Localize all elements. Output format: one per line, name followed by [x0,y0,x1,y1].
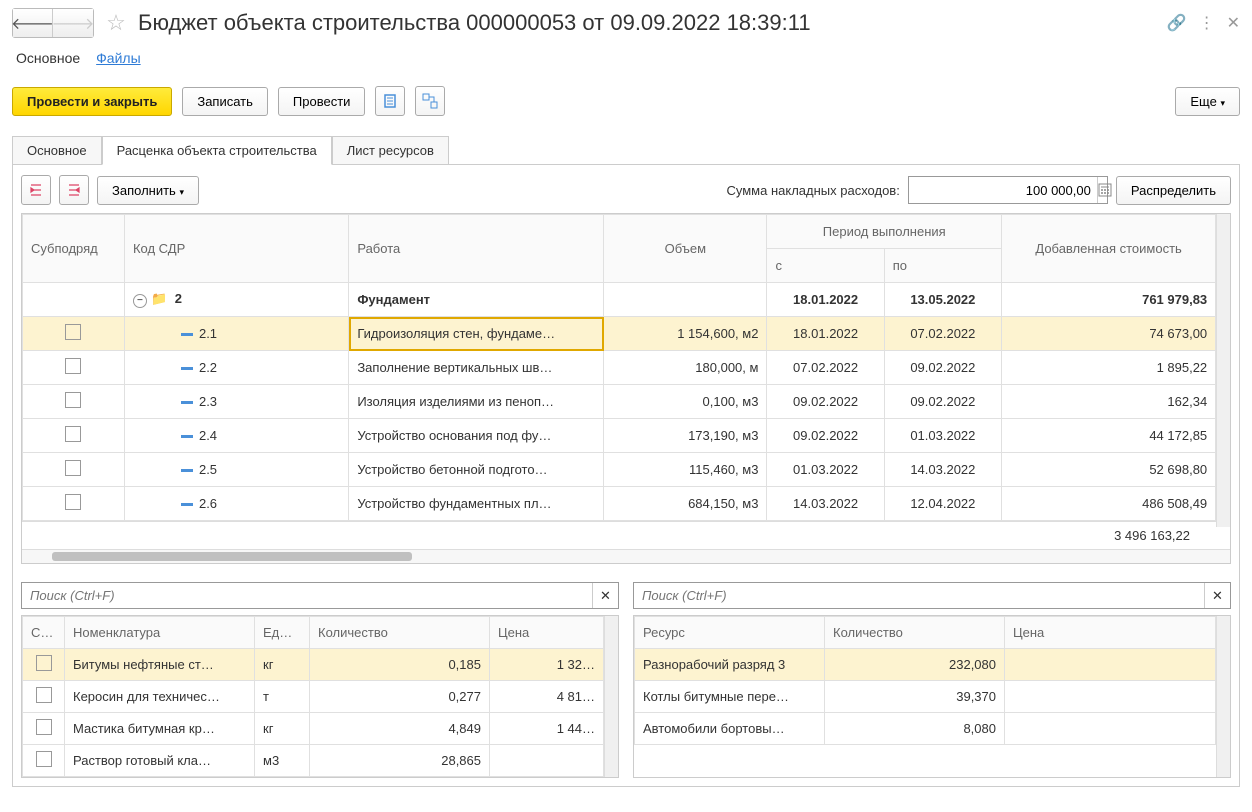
grid-scrollbar-h[interactable] [22,549,1230,563]
col-volume[interactable]: Объем [604,215,767,283]
row-checkbox[interactable] [65,324,81,340]
row-checkbox[interactable] [65,426,81,442]
left-scrollbar-v[interactable] [604,616,618,777]
fill-button[interactable]: Заполнить ▾ [97,176,199,205]
rcol-resource[interactable]: Ресурс [635,617,825,649]
row-checkbox[interactable] [65,494,81,510]
main-tabs: Основное Файлы [12,50,1240,66]
table-row[interactable]: Битумы нефтяные ст…кг0,1851 32… [23,649,618,681]
lcol-nomen[interactable]: Номенклатура [65,617,255,649]
table-row[interactable]: −📁 2 Фундамент 18.01.2022 13.05.2022 761… [23,283,1231,317]
grid-total: 3 496 163,22 [22,521,1230,549]
more-button[interactable]: Еще ▾ [1175,87,1240,116]
item-icon [181,469,193,472]
row-checkbox[interactable] [65,358,81,374]
post-and-close-button[interactable]: Провести и закрыть [12,87,172,116]
indent-right-icon[interactable] [59,175,89,205]
table-row[interactable]: Автомобили бортовы…8,080 [635,713,1230,745]
folder-icon: 📁 [151,291,167,306]
rates-panel: Заполнить ▾ Сумма накладных расходов: Ра… [12,164,1240,787]
left-search: ✕ [21,582,619,609]
table-row[interactable]: 2.3 Изоляция изделиями из пеноп… 0,100, … [23,385,1231,419]
item-icon [181,435,193,438]
table-row[interactable]: 2.5 Устройство бетонной подгото… 115,460… [23,453,1231,487]
rcol-price[interactable]: Цена [1005,617,1216,649]
row-checkbox[interactable] [36,687,52,703]
left-search-input[interactable] [22,583,592,608]
link-icon[interactable]: 🔗 [1167,13,1187,33]
right-search: ✕ [633,582,1231,609]
distribute-button[interactable]: Распределить [1116,176,1231,205]
subtab-resources[interactable]: Лист ресурсов [332,136,449,165]
table-row[interactable]: 2.6 Устройство фундаментных пл… 684,150,… [23,487,1231,521]
indent-left-icon[interactable] [21,175,51,205]
collapse-icon[interactable]: − [133,294,147,308]
row-checkbox[interactable] [65,460,81,476]
row-checkbox[interactable] [36,655,52,671]
rcol-qty[interactable]: Количество [825,617,1005,649]
panel-toolbar: Заполнить ▾ Сумма накладных расходов: Ра… [21,175,1231,205]
item-icon [181,333,193,336]
right-scrollbar-v[interactable] [1216,616,1230,777]
nav-buttons: 🡐 🡒 [12,8,94,38]
lcol-unit[interactable]: Ед… [255,617,310,649]
right-search-input[interactable] [634,583,1204,608]
col-from[interactable]: с [767,249,884,283]
table-row[interactable]: 2.1 Гидроизоляция стен, фундаме… 1 154,6… [23,317,1231,351]
row-checkbox[interactable] [36,751,52,767]
overhead-input-wrap [908,176,1108,204]
toolbar: Провести и закрыть Записать Провести Еще… [12,86,1240,116]
item-icon [181,401,193,404]
col-to[interactable]: по [884,249,1001,283]
right-grid[interactable]: Ресурс Количество Цена Разнорабочий разр… [633,615,1231,778]
overhead-input[interactable] [909,183,1097,198]
back-button[interactable]: 🡐 [13,9,53,37]
col-period[interactable]: Период выполнения [767,215,1002,249]
save-button[interactable]: Записать [182,87,268,116]
subtab-main[interactable]: Основное [12,136,102,165]
col-code[interactable]: Код СДР [124,215,348,283]
post-button[interactable]: Провести [278,87,366,116]
subtabs: Основное Расценка объекта строительства … [12,136,1240,165]
tab-files[interactable]: Файлы [96,50,140,66]
table-row[interactable]: Керосин для техничес…т0,2774 81… [23,681,618,713]
left-search-clear-icon[interactable]: ✕ [592,583,618,608]
row-checkbox[interactable] [36,719,52,735]
lcol-price[interactable]: Цена [490,617,604,649]
overhead-label: Сумма накладных расходов: [727,183,900,198]
forward-button[interactable]: 🡒 [53,9,93,37]
titlebar: 🡐 🡒 ☆ Бюджет объекта строительства 00000… [12,8,1240,38]
lcol-sub[interactable]: С… [23,617,65,649]
item-icon [181,503,193,506]
tab-main[interactable]: Основное [16,50,80,66]
calc-icon[interactable] [1097,177,1112,203]
favorite-icon[interactable]: ☆ [102,9,130,37]
col-work[interactable]: Работа [349,215,604,283]
table-row[interactable]: Разнорабочий разряд 3232,080 [635,649,1230,681]
report-icon[interactable] [375,86,405,116]
page-title: Бюджет объекта строительства 000000053 о… [138,10,1159,36]
table-row[interactable]: Котлы битумные пере…39,370 [635,681,1230,713]
right-search-clear-icon[interactable]: ✕ [1204,583,1230,608]
grid-scrollbar-v[interactable] [1216,214,1230,527]
lcol-qty[interactable]: Количество [310,617,490,649]
structure-icon[interactable] [415,86,445,116]
close-icon[interactable]: ✕ [1227,13,1240,33]
table-row[interactable]: Мастика битумная кр…кг4,8491 44… [23,713,618,745]
table-row[interactable]: 2.4 Устройство основания под фу… 173,190… [23,419,1231,453]
col-added[interactable]: Добавленная стоимость [1002,215,1216,283]
row-checkbox[interactable] [65,392,81,408]
left-grid[interactable]: С… Номенклатура Ед… Количество Цена Биту… [21,615,619,778]
subtab-rates[interactable]: Расценка объекта строительства [102,136,332,165]
table-row[interactable]: Раствор готовый кла…м328,865 [23,745,618,777]
table-row[interactable]: 2.2 Заполнение вертикальных шв… 180,000,… [23,351,1231,385]
item-icon [181,367,193,370]
bottom-panels: ✕ С… Номенклатура Ед… Количество Цена [21,582,1231,778]
col-subcontract[interactable]: Субподряд [23,215,125,283]
kebab-icon[interactable]: ⋮ [1199,13,1215,33]
main-grid[interactable]: Субподряд Код СДР Работа Объем Период вы… [21,213,1231,564]
